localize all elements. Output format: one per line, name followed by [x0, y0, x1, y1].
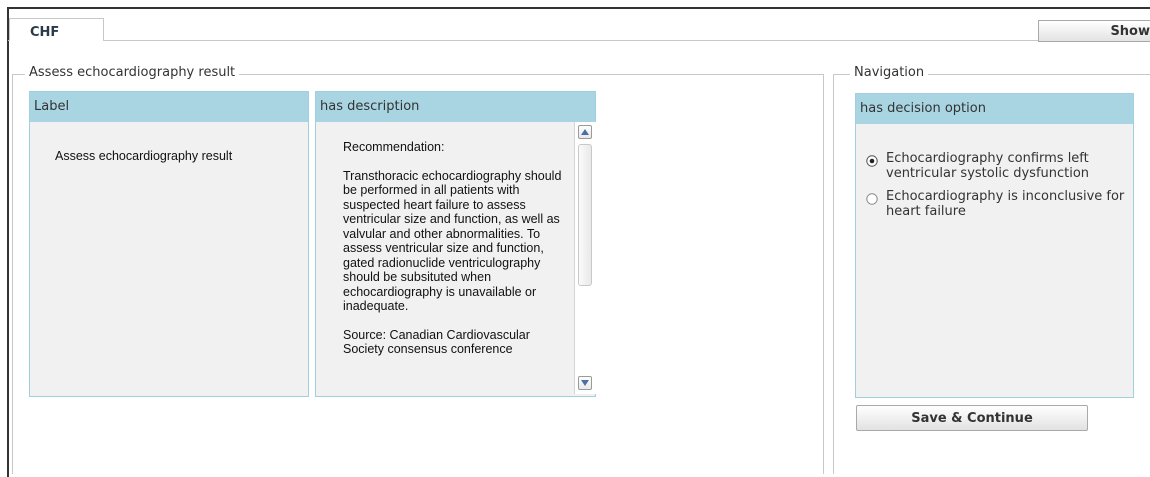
description-text: Recommendation: Transthoracic echocardio…	[343, 140, 571, 420]
show-button[interactable]: Show	[1038, 20, 1150, 42]
description-paragraph: Recommendation:	[343, 140, 445, 154]
radio-selected-icon[interactable]	[866, 155, 878, 167]
scroll-down-button[interactable]	[578, 376, 592, 390]
label-value: Assess echocardiography result	[55, 149, 233, 163]
assess-fieldset-legend: Assess echocardiography result	[25, 65, 240, 80]
decision-option-label: Echocardiography is inconclusive for hea…	[886, 189, 1125, 219]
description-scrollbar[interactable]	[574, 122, 596, 394]
save-continue-button[interactable]: Save & Continue	[856, 405, 1088, 431]
radio-unselected-icon[interactable]	[866, 193, 878, 205]
scroll-thumb[interactable]	[578, 144, 592, 286]
tab-chf[interactable]: CHF	[9, 18, 104, 41]
arrow-down-icon	[581, 380, 589, 386]
arrow-up-icon	[581, 129, 589, 135]
tab-strip-divider	[8, 40, 1150, 41]
decision-option-label: Echocardiography confirms left ventricul…	[886, 151, 1090, 181]
description-column-header: has description	[316, 92, 595, 122]
label-panel: Label Assess echocardiography result	[29, 91, 309, 397]
description-panel: has description Recommendation: Transtho…	[315, 91, 596, 397]
scroll-up-button[interactable]	[578, 125, 592, 139]
label-column-header: Label	[30, 92, 308, 122]
decision-options-header: has decision option	[856, 94, 1133, 124]
description-paragraph: Source: Canadian Cardiovascular Society …	[343, 327, 530, 357]
navigation-fieldset-legend: Navigation	[850, 65, 929, 80]
decision-options-panel: has decision option Echocardiography con…	[855, 93, 1134, 398]
description-paragraph: Transthoracic echocardiography should be…	[343, 168, 562, 314]
